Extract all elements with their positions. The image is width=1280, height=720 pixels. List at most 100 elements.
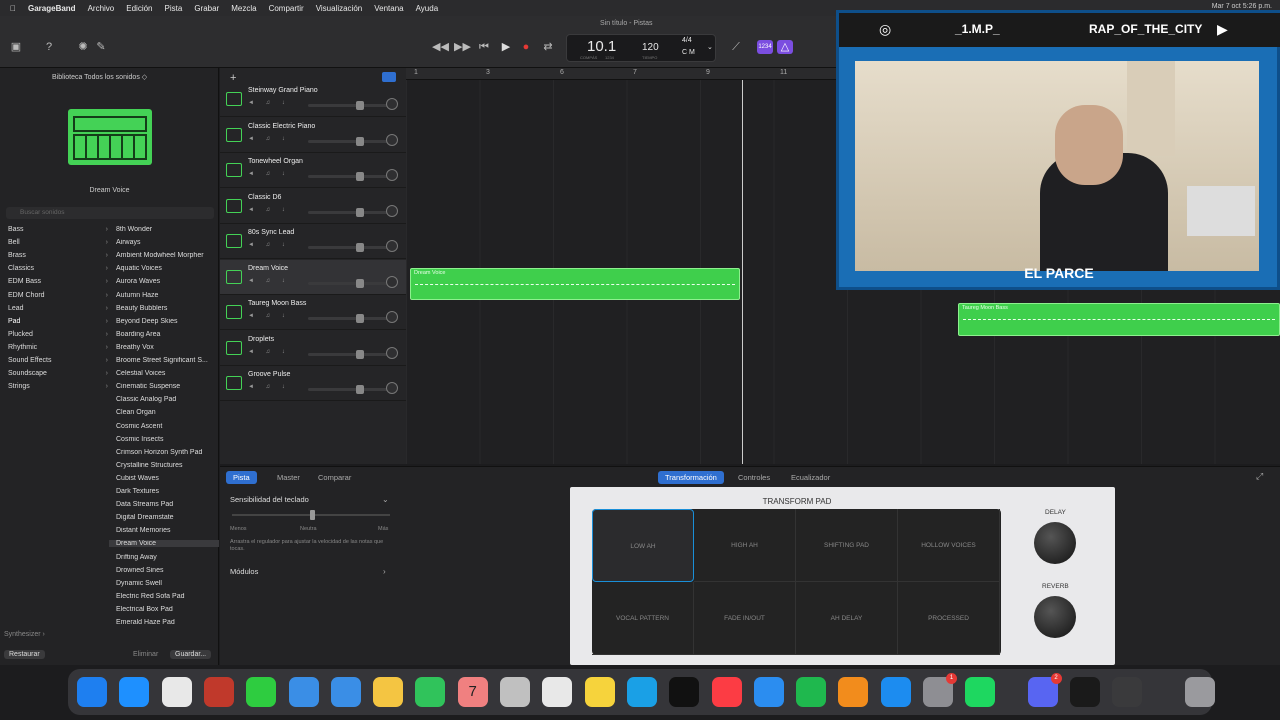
rewind-icon[interactable]: ◀◀ [432, 40, 449, 54]
sound-item[interactable]: Classic Analog Pad [116, 396, 216, 403]
save-button[interactable]: Guardar... [170, 650, 212, 659]
maps-icon[interactable] [330, 677, 361, 707]
library-header[interactable]: Biblioteca Todos los sonidos ◇ [52, 73, 147, 81]
transform-pad-cell[interactable]: FADE IN/OUT [694, 582, 796, 655]
category-item[interactable]: EDM Chord › [8, 292, 108, 299]
playhead[interactable] [742, 80, 743, 464]
go-to-start-icon[interactable]: ⏮ [476, 40, 492, 54]
category-item[interactable]: Sound Effects › [8, 357, 108, 364]
count-in-icon[interactable]: 1234 [757, 40, 773, 54]
category-item[interactable]: Brass › [8, 252, 108, 259]
contacts-icon[interactable] [500, 677, 530, 707]
track-pan-knob[interactable] [386, 275, 398, 288]
track-buttons[interactable]: ◄ ♫ ↓ [248, 242, 290, 248]
track-pan-knob[interactable] [386, 98, 398, 110]
menu-ayuda[interactable]: Ayuda [416, 4, 439, 13]
discord-icon[interactable]: 2 [1027, 673, 1062, 707]
sound-item[interactable]: Electrical Box Pad [116, 606, 216, 613]
sound-item[interactable]: 8th Wonder [116, 226, 216, 233]
tuner-icon[interactable]: ⟋ [728, 40, 744, 54]
track-header[interactable]: Droplets ◄ ♫ ↓ [220, 331, 406, 366]
obs-icon[interactable] [1069, 677, 1100, 707]
track-pan-knob[interactable] [386, 240, 398, 252]
metronome-icon[interactable]: △ [777, 40, 793, 54]
sound-item[interactable]: Airways [116, 239, 216, 246]
music-icon[interactable] [711, 677, 742, 707]
photos-icon[interactable] [373, 677, 404, 707]
track-pan-knob[interactable] [386, 311, 398, 323]
region-taureg-moon-bass[interactable]: Taureg Moon Bass [958, 303, 1280, 336]
finder-icon[interactable] [77, 677, 107, 707]
sound-item[interactable]: Beyond Deep Skies [116, 318, 216, 325]
sound-item[interactable]: Breathy Vox [116, 344, 216, 351]
pages-icon[interactable] [838, 677, 869, 707]
category-item[interactable]: Soundscape › [8, 370, 108, 377]
menu-visualizacion[interactable]: Visualización [316, 4, 363, 13]
track-volume-slider[interactable] [308, 243, 390, 252]
menu-app[interactable]: GarageBand [28, 4, 76, 13]
track-pan-knob[interactable] [386, 346, 398, 359]
sound-item[interactable]: Drifting Away [116, 554, 216, 561]
track-volume-slider[interactable] [308, 207, 390, 217]
menu-pista[interactable]: Pista [165, 4, 183, 13]
category-item[interactable]: Strings › [8, 383, 108, 390]
transform-pad-cell[interactable]: VOCAL PATTERN [592, 582, 694, 655]
transform-pad-cell[interactable]: HIGH AH [694, 509, 796, 582]
tab-master[interactable]: Master [270, 471, 307, 484]
safari-icon[interactable] [119, 677, 150, 707]
track-header[interactable]: Classic Electric Piano ◄ ♫ ↓ [220, 118, 406, 153]
category-item[interactable]: Rhythmic › [8, 344, 108, 351]
track-header[interactable]: Groove Pulse ◄ ♫ ↓ [220, 366, 406, 401]
tab-pista[interactable]: Pista [226, 471, 257, 484]
menu-clock[interactable]: Mar 7 oct 5:26 p.m. [1212, 3, 1272, 10]
sound-item[interactable]: Crimson Horizon Synth Pad [116, 449, 216, 456]
track-buttons[interactable]: ◄ ♫ ↓ [248, 349, 290, 355]
mail-icon[interactable] [288, 677, 319, 707]
sound-item[interactable]: Cinematic Suspense [116, 383, 216, 390]
sound-item[interactable]: Cosmic Ascent [116, 423, 216, 430]
opera-icon[interactable] [203, 677, 234, 707]
track-volume-slider[interactable] [308, 349, 390, 359]
track-buttons[interactable]: ◄ ♫ ↓ [248, 207, 290, 213]
forward-icon[interactable]: ▶▶ [454, 40, 471, 54]
sound-item[interactable]: Beauty Bubblers [116, 305, 216, 312]
category-item[interactable]: Classics › [8, 265, 108, 272]
facetime-icon[interactable] [415, 677, 446, 707]
help-icon[interactable]: ? [41, 40, 57, 54]
track-filter-icon[interactable] [382, 72, 396, 82]
region-dream-voice[interactable]: Dream Voice [410, 268, 740, 300]
numbers-icon[interactable] [796, 677, 827, 707]
category-item[interactable]: Bell › [8, 239, 108, 246]
transform-pad-cell[interactable]: AH DELAY [796, 582, 898, 655]
chevron-down-icon[interactable]: ⌄ [382, 495, 389, 504]
track-header[interactable]: Taureg Moon Bass ◄ ♫ ↓ [220, 295, 406, 330]
delay-knob[interactable] [1034, 522, 1076, 564]
track-buttons[interactable]: ◄ ♫ ↓ [248, 384, 290, 390]
track-volume-slider[interactable] [308, 101, 390, 110]
track-header[interactable]: Classic D6 ◄ ♫ ↓ [220, 189, 406, 224]
track-volume-slider[interactable] [308, 385, 390, 394]
menu-ventana[interactable]: Ventana [374, 4, 403, 13]
track-volume-slider[interactable] [308, 172, 390, 181]
editor-icon[interactable]: ✎ [93, 40, 109, 54]
sound-item[interactable]: Drowned Sines [116, 567, 216, 574]
transform-pad-cell[interactable]: PROCESSED [898, 582, 1000, 655]
messages-icon[interactable] [246, 677, 277, 707]
track-header[interactable]: Tonewheel Organ ◄ ♫ ↓ [220, 153, 406, 188]
category-item[interactable]: Bass › [8, 226, 108, 233]
track-pan-knob[interactable] [386, 169, 398, 181]
transform-pad-cell[interactable]: HOLLOW VOICES [898, 509, 1000, 582]
modules-label[interactable]: Módulos [230, 567, 258, 576]
tab-controles[interactable]: Controles [731, 471, 777, 484]
sound-item[interactable]: Aquatic Voices [116, 265, 216, 272]
sound-item[interactable]: Broome Street Significant S... [116, 357, 216, 364]
sound-item[interactable]: Crystalline Structures [116, 462, 216, 469]
sound-item[interactable]: Dream Voice [109, 540, 219, 548]
library-footer-label[interactable]: Synthesizer › [4, 631, 45, 638]
sound-item[interactable]: Digital Dreamstate [116, 514, 216, 521]
track-buttons[interactable]: ◄ ♫ ↓ [248, 136, 290, 142]
sound-item[interactable]: Aurora Waves [116, 278, 216, 285]
menu-archivo[interactable]: Archivo [88, 4, 115, 13]
category-item[interactable]: Plucked › [8, 331, 108, 338]
tab-comparar[interactable]: Comparar [311, 471, 358, 484]
